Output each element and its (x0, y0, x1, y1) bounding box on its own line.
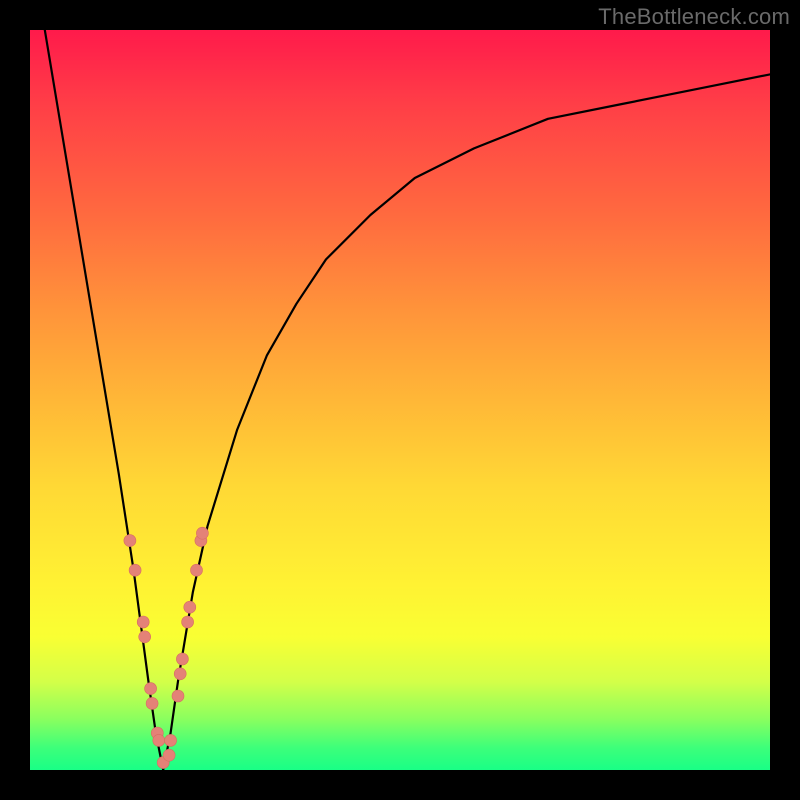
scatter-dot (176, 653, 188, 665)
plot-area (30, 30, 770, 770)
scatter-dot (174, 668, 186, 680)
curve-svg (30, 30, 770, 770)
scatter-dot (172, 690, 184, 702)
scatter-dot (153, 734, 165, 746)
scatter-dot (124, 535, 136, 547)
chart-frame: TheBottleneck.com (0, 0, 800, 800)
scatter-dot (146, 697, 158, 709)
scatter-dot (182, 616, 194, 628)
scatter-dot (184, 601, 196, 613)
scatter-dot (139, 631, 151, 643)
scatter-dot (163, 749, 175, 761)
watermark-text: TheBottleneck.com (598, 4, 790, 30)
scatter-dot (196, 527, 208, 539)
scatter-dot (145, 683, 157, 695)
scatter-dot (137, 616, 149, 628)
scatter-dot (165, 734, 177, 746)
scatter-dot (129, 564, 141, 576)
scatter-dot (191, 564, 203, 576)
scatter-dots (124, 527, 208, 768)
bottleneck-curve (45, 30, 770, 770)
